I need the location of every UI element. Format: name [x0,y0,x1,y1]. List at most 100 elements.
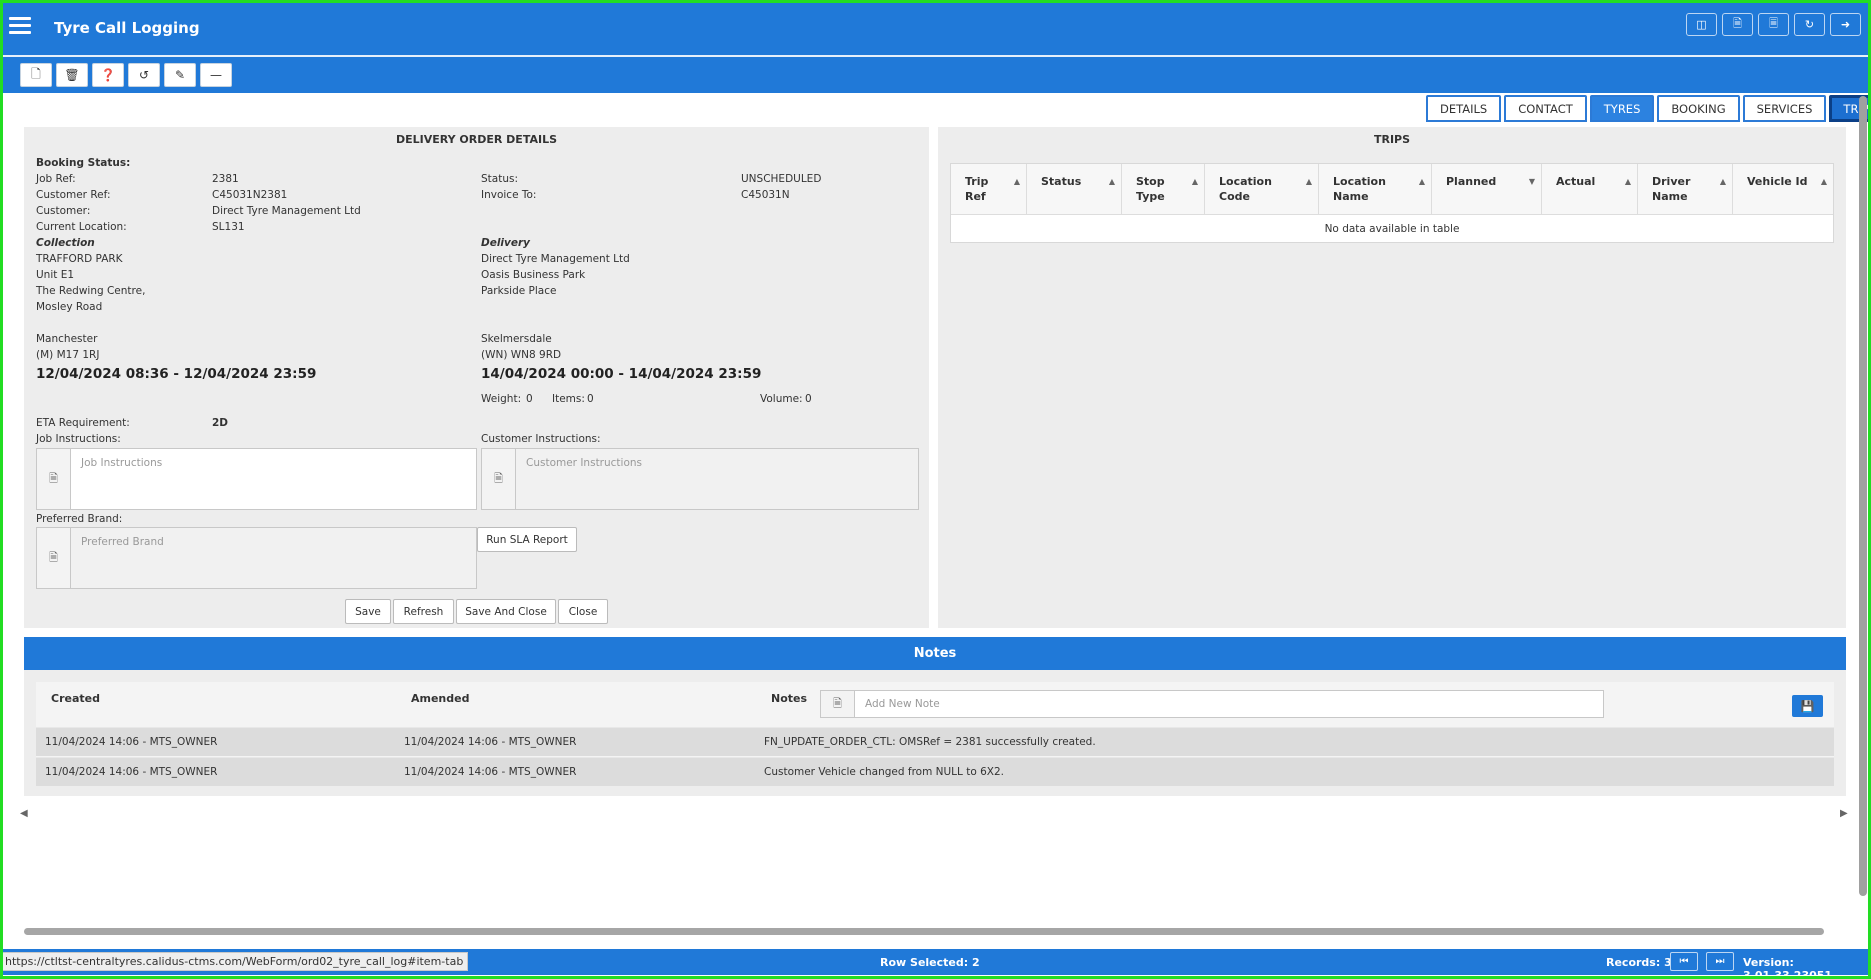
job-instructions-placeholder: Job Instructions [81,457,163,469]
preferred-brand-label: Preferred Brand: [36,513,123,525]
sort-icon: ▲ [1013,177,1020,186]
tab-tyres[interactable]: TYRES [1589,95,1655,122]
minus-icon[interactable]: — [200,63,232,87]
delivery-line: Parkside Place [481,285,557,297]
tab-contact[interactable]: CONTACT [1504,95,1587,122]
collection-heading: Collection [36,237,95,249]
volume-value: 0 [805,393,812,405]
note-created: 11/04/2024 14:06 - MTS_OWNER [45,736,218,748]
sort-icon: ▲ [1191,177,1198,186]
job-instructions-field[interactable]: 🗎 Job Instructions [36,448,477,510]
booking-status-label: Booking Status: [36,157,131,169]
column-label: Driver Name [1652,175,1691,203]
document-icon: 🗎 [482,449,516,509]
vertical-scrollbar[interactable] [1859,96,1867,896]
menu-icon[interactable] [9,17,31,35]
scrollbar-thumb[interactable] [24,928,1824,935]
tab-details[interactable]: DETAILS [1426,95,1502,122]
delivery-line: Oasis Business Park [481,269,586,281]
records-count: Records: 3 [1606,956,1672,969]
collection-line: The Redwing Centre, [36,285,146,297]
delivery-line: Direct Tyre Management Ltd [481,253,630,265]
column-header-location-name[interactable]: Location Name ▲ [1319,164,1432,214]
horizontal-scrollbar[interactable] [16,927,1854,936]
delete-icon[interactable]: 🗑 [56,63,88,87]
page-title: Tyre Call Logging [54,19,200,37]
customer-instructions-field[interactable]: 🗎 Customer Instructions [481,448,919,510]
help-icon[interactable]: ❓ [92,63,124,87]
job-ref-value: 2381 [212,173,239,185]
toolbar: 🗋 🗑 ❓ ↺ ✎ — [0,57,1871,93]
eraser-icon[interactable]: ✎ [164,63,196,87]
scroll-left-arrow-icon[interactable]: ◀ [20,808,28,819]
columns-icon[interactable]: ◫ [1686,13,1717,36]
last-page-icon[interactable]: ⏭ [1706,952,1734,971]
table-row[interactable]: 11/04/2024 14:06 - MTS_OWNER 11/04/2024 … [36,757,1834,786]
column-header-planned[interactable]: Planned ▼ [1432,164,1542,214]
new-document-icon[interactable]: 🗋 [20,63,52,87]
status-label: Status: [481,173,518,185]
customer-ref-value: C45031N2381 [212,189,288,201]
add-note-field[interactable]: 🗎 Add New Note [820,690,1604,718]
tab-services[interactable]: SERVICES [1742,95,1827,122]
undo-icon[interactable]: ↺ [128,63,160,87]
column-header-created: Created [51,692,100,705]
save-note-button[interactable]: 💾 [1792,695,1823,717]
volume-label: Volume: [760,393,803,405]
add-note-placeholder: Add New Note [865,698,940,710]
pdf-icon[interactable]: 🗎 [1722,13,1753,36]
run-sla-report-button[interactable]: Run SLA Report [477,527,577,552]
refresh-icon[interactable]: ↻ [1794,13,1825,36]
first-page-icon[interactable]: ⏮ [1670,952,1698,971]
column-header-stop-type[interactable]: Stop Type ▲ [1122,164,1205,214]
sort-icon: ▼ [1528,177,1535,186]
delivery-postcode: (WN) WN8 9RD [481,349,562,361]
weight-value: 0 [526,393,533,405]
current-location-value: SL131 [212,221,245,233]
refresh-button[interactable]: Refresh [393,599,454,624]
customer-label: Customer: [36,205,91,217]
logout-icon[interactable]: ➜ [1830,13,1861,36]
scroll-right-arrow-icon[interactable]: ▶ [1840,808,1848,819]
column-header-trip-ref[interactable]: Trip Ref ▲ [951,164,1027,214]
sort-icon: ▲ [1108,177,1115,186]
preferred-brand-field[interactable]: 🗎 Preferred Brand [36,527,477,589]
collection-window: 12/04/2024 08:36 - 12/04/2024 23:59 [36,366,317,382]
panel-title: TRIPS [1373,133,1411,146]
column-header-vehicle-id[interactable]: Vehicle Id ▲ [1733,164,1833,214]
export-icon[interactable]: 🗏 [1758,13,1789,36]
column-header-actual[interactable]: Actual ▲ [1542,164,1638,214]
table-row[interactable]: 11/04/2024 14:06 - MTS_OWNER 11/04/2024 … [36,727,1834,756]
trips-panel: TRIPS Trip Ref ▲ Status ▲ Stop Type ▲ Locat… [938,127,1846,628]
status-bar: https://ctltst-centraltyres.calidus-ctms… [0,949,1871,979]
items-value: 0 [587,393,594,405]
invoice-to-value: C45031N [741,189,790,201]
empty-table-message: No data available in table [1324,222,1460,235]
note-text: FN_UPDATE_ORDER_CTL: OMSRef = 2381 succe… [764,736,1096,748]
column-header-location-code[interactable]: Location Code ▲ [1205,164,1319,214]
preferred-brand-placeholder: Preferred Brand [81,536,164,548]
sort-icon: ▲ [1305,177,1312,186]
note-text: Customer Vehicle changed from NULL to 6X… [764,766,1004,778]
delivery-heading: Delivery [481,237,531,249]
weight-label: Weight: [481,393,522,405]
notes-header: Notes [24,637,1846,670]
status-url: https://ctltst-centraltyres.calidus-ctms… [0,952,469,971]
note-created: 11/04/2024 14:06 - MTS_OWNER [45,766,218,778]
close-button[interactable]: Close [558,599,608,624]
save-icon: 💾 [1800,699,1815,713]
eta-value: 2D [212,417,229,429]
save-and-close-button[interactable]: Save And Close [456,599,556,624]
delivery-order-panel: DELIVERY ORDER DETAILS Booking Status: J… [24,127,929,628]
save-button[interactable]: Save [345,599,391,624]
column-header-status[interactable]: Status ▲ [1027,164,1122,214]
status-value: UNSCHEDULED [741,173,822,185]
document-icon: 🗎 [37,528,71,588]
notes-table: Created Amended Notes 🗎 Add New Note 💾 1… [36,682,1834,786]
tab-booking[interactable]: BOOKING [1657,95,1740,122]
column-header-notes: Notes [771,692,808,705]
column-header-driver-name[interactable]: Driver Name ▲ [1638,164,1733,214]
collection-line: TRAFFORD PARK [36,253,123,265]
panel-title: DELIVERY ORDER DETAILS [395,133,558,146]
column-label: Actual [1556,175,1596,188]
